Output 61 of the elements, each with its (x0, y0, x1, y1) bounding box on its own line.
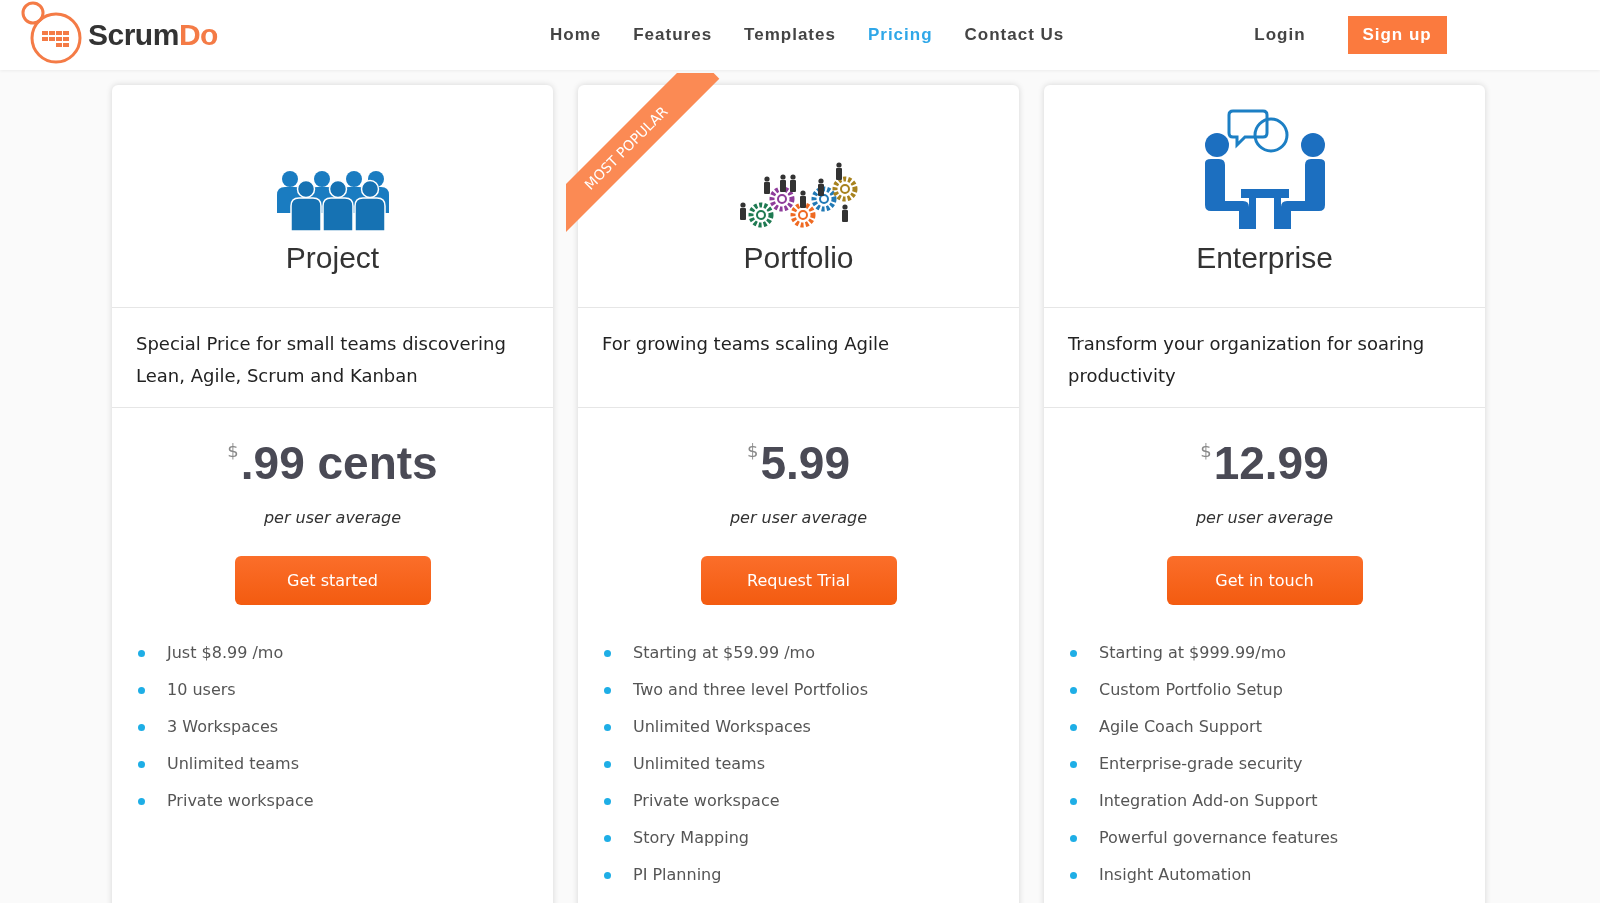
nav-link[interactable]: Features (633, 25, 713, 45)
bullet-icon (138, 723, 145, 731)
feature-item: Starting at $59.99 /mo (633, 642, 815, 664)
feature-item: 3 Workspaces (167, 716, 279, 738)
feature-item: Starting at $999.99/mo (1099, 642, 1286, 664)
bullet-icon (138, 649, 145, 657)
bullet-icon (1070, 723, 1077, 731)
bullet-icon (604, 686, 611, 694)
feature-item: Private workspace (633, 790, 780, 812)
bullet-icon (138, 760, 145, 768)
plan-description: For growing teams scaling Agile (602, 332, 891, 356)
bullet-icon (604, 760, 611, 768)
nav-link[interactable]: Templates (744, 25, 836, 45)
bullet-icon (604, 797, 611, 805)
currency-symbol: $ (1200, 440, 1212, 461)
feature-item: PI Planning (633, 864, 722, 886)
bullet-icon (138, 686, 145, 694)
brand-name[interactable]: ScrumDo (88, 18, 218, 52)
bullet-icon (1070, 649, 1077, 657)
feature-item: 10 users (167, 679, 236, 701)
price-period: per user average (729, 508, 868, 527)
price-amount: 12.99 (1213, 436, 1329, 490)
bullet-icon (1070, 871, 1077, 879)
plan-description: Special Price for small teams discovering Lean, Agile, Scrum and Kanban (136, 332, 507, 388)
feature-item: Private workspace (167, 790, 314, 812)
feature-item: Two and three level Portfolios (633, 679, 868, 701)
plan-name: Project (285, 241, 380, 275)
plan-description: Transform your organization for soaring productivity (1068, 332, 1426, 388)
price-period: per user average (1195, 508, 1334, 527)
bullet-icon (138, 797, 145, 805)
feature-item: Integration Add-on Support (1099, 790, 1318, 812)
bullet-icon (1070, 686, 1077, 694)
nav-link[interactable]: Contact Us (964, 25, 1065, 45)
bullet-icon (1070, 834, 1077, 842)
feature-item: Just $8.99 /mo (167, 642, 284, 664)
bullet-icon (604, 871, 611, 879)
feature-item: Unlimited Workspaces (633, 716, 811, 738)
meeting-icon (1202, 107, 1327, 231)
login-link[interactable]: Login (1254, 25, 1306, 45)
price-amount: 5.99 (760, 436, 850, 490)
price-amount: .99 cents (240, 436, 438, 490)
feature-item: Story Mapping (633, 827, 749, 849)
feature-item: Unlimited teams (633, 753, 765, 775)
price-period: per user average (263, 508, 402, 527)
plan-name: Enterprise (1196, 241, 1333, 275)
currency-symbol: $ (747, 440, 759, 461)
bullet-icon (604, 834, 611, 842)
currency-symbol: $ (227, 440, 239, 461)
nav-link[interactable]: Home (550, 25, 602, 45)
feature-item: Powerful governance features (1099, 827, 1339, 849)
bullet-icon (1070, 760, 1077, 768)
feature-item: Agile Coach Support (1099, 716, 1262, 738)
bullet-icon (1070, 797, 1077, 805)
plan-name: Portfolio (743, 241, 854, 275)
feature-item: Enterprise-grade security (1099, 753, 1303, 775)
feature-item: Insight Automation (1099, 864, 1252, 886)
feature-item: Custom Portfolio Setup (1099, 679, 1283, 701)
bullet-icon (604, 723, 611, 731)
bullet-icon (604, 649, 611, 657)
logo-icon[interactable] (20, 1, 84, 65)
feature-item: Unlimited teams (167, 753, 299, 775)
